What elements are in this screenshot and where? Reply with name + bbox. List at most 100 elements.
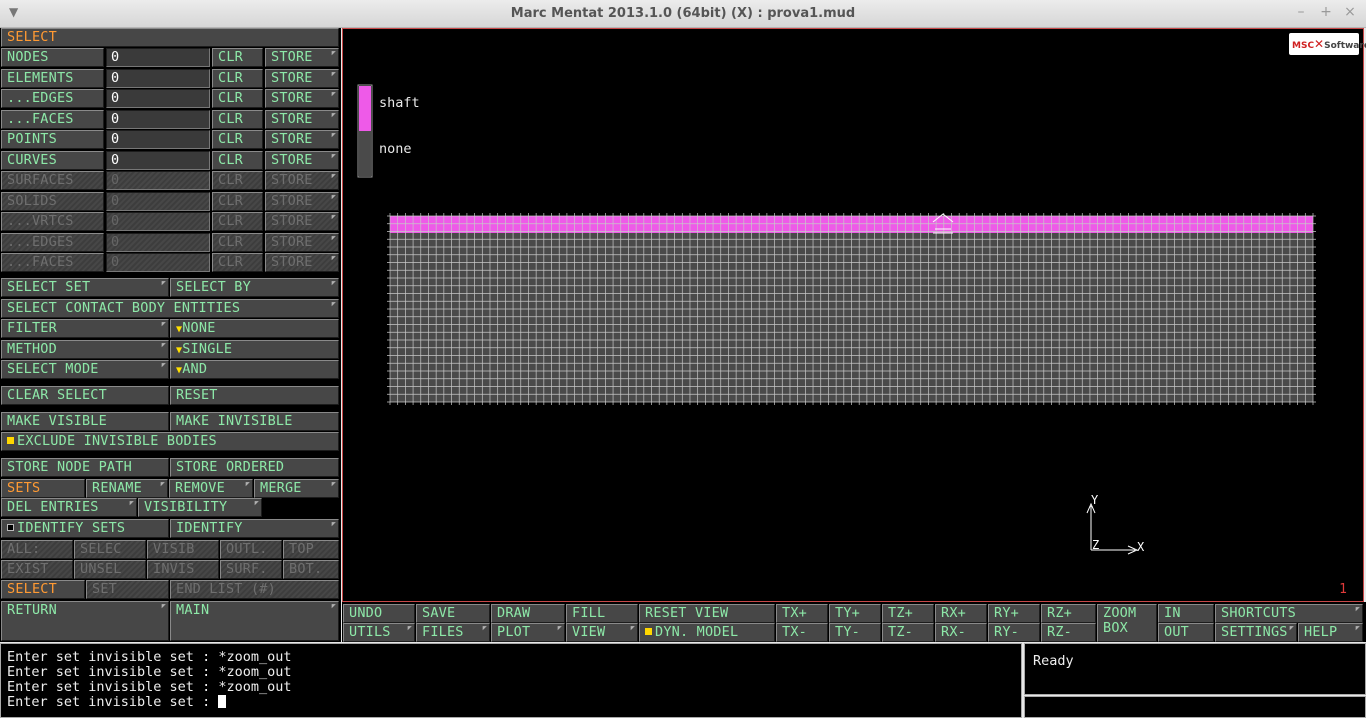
reset-button[interactable]: RESET <box>170 386 339 405</box>
main-button[interactable]: MAIN <box>170 601 339 641</box>
utils-button[interactable]: UTILS <box>343 623 415 642</box>
clear-solids-button[interactable]: CLR <box>212 191 263 211</box>
clear-vrtcs-button[interactable]: CLR <box>212 212 263 231</box>
select-faces-button[interactable]: ...FACES <box>1 109 104 129</box>
clear-nodes-button[interactable]: CLR <box>212 48 263 67</box>
ry-plus-button[interactable]: RY+ <box>988 604 1040 623</box>
end-list-button[interactable]: END LIST (#) <box>170 580 339 599</box>
select-points-button[interactable]: POINTS <box>1 130 104 149</box>
all-outl-button[interactable]: OUTL. <box>220 540 282 559</box>
visibility-button[interactable]: VISIBILITY <box>138 498 262 517</box>
all-top-button[interactable]: TOP <box>283 540 339 559</box>
rename-button[interactable]: RENAME <box>86 479 168 498</box>
select-vrtcs-button[interactable]: ...VRTCS <box>1 212 104 231</box>
ry-minus-button[interactable]: RY- <box>988 623 1040 642</box>
make-visible-button[interactable]: MAKE VISIBLE <box>1 412 169 431</box>
select-edges-button[interactable]: ...EDGES <box>1 232 104 252</box>
command-console[interactable]: Enter set invisible set : *zoom_out Enter… <box>0 643 1022 718</box>
clear-points-button[interactable]: CLR <box>212 130 263 149</box>
shortcuts-button[interactable]: SHORTCUTS <box>1215 604 1363 623</box>
store-surfaces-button[interactable]: STORE <box>265 171 339 190</box>
make-invisible-button[interactable]: MAKE INVISIBLE <box>170 412 339 431</box>
zoom-in-button[interactable]: IN <box>1158 604 1214 623</box>
settings-button[interactable]: SETTINGS <box>1215 623 1297 642</box>
dyn-model-toggle[interactable]: DYN. MODEL <box>639 623 775 642</box>
clear-edges-button[interactable]: CLR <box>212 232 263 252</box>
merge-button[interactable]: MERGE <box>254 479 339 498</box>
store-edges-button[interactable]: STORE <box>265 232 339 252</box>
set-button[interactable]: SET <box>86 580 169 599</box>
plot-button[interactable]: PLOT <box>491 623 565 642</box>
rx-plus-button[interactable]: RX+ <box>935 604 987 623</box>
store-nodes-button[interactable]: STORE <box>265 48 339 67</box>
tx-minus-button[interactable]: TX- <box>776 623 828 642</box>
clear-edges-button[interactable]: CLR <box>212 89 263 108</box>
all-visib-button[interactable]: VISIB <box>147 540 219 559</box>
clear-select-button[interactable]: CLEAR SELECT <box>1 386 169 405</box>
clear-faces-button[interactable]: CLR <box>212 109 263 129</box>
surf-button[interactable]: SURF. <box>220 560 282 579</box>
tz-plus-button[interactable]: TZ+ <box>882 604 934 623</box>
store-curves-button[interactable]: STORE <box>265 150 339 170</box>
unsel-button[interactable]: UNSEL <box>74 560 146 579</box>
clear-curves-button[interactable]: CLR <box>212 150 263 170</box>
tx-plus-button[interactable]: TX+ <box>776 604 828 623</box>
method-button[interactable]: METHOD <box>1 340 169 359</box>
draw-button[interactable]: DRAW <box>491 604 565 623</box>
close-icon[interactable]: × <box>1342 4 1358 20</box>
select-mode-value[interactable]: ▼AND <box>170 360 339 379</box>
store-elements-button[interactable]: STORE <box>265 68 339 88</box>
minimize-icon[interactable]: – <box>1293 4 1309 20</box>
select-nodes-button[interactable]: NODES <box>1 48 104 67</box>
store-faces-button[interactable]: STORE <box>265 253 339 272</box>
save-button[interactable]: SAVE <box>416 604 490 623</box>
exist-button[interactable]: EXIST <box>1 560 73 579</box>
rz-minus-button[interactable]: RZ- <box>1041 623 1096 642</box>
identify-button[interactable]: IDENTIFY <box>170 519 339 538</box>
identify-sets-toggle[interactable]: IDENTIFY SETS <box>1 519 169 538</box>
store-faces-button[interactable]: STORE <box>265 109 339 129</box>
rx-minus-button[interactable]: RX- <box>935 623 987 642</box>
store-node-path-button[interactable]: STORE NODE PATH <box>1 458 169 477</box>
del-entries-button[interactable]: DEL ENTRIES <box>1 498 137 517</box>
ty-minus-button[interactable]: TY- <box>829 623 881 642</box>
select-surfaces-button[interactable]: SURFACES <box>1 171 104 190</box>
zoom-out-button[interactable]: OUT <box>1158 623 1214 642</box>
store-edges-button[interactable]: STORE <box>265 89 339 108</box>
command-input-line[interactable]: Enter set invisible set : <box>7 695 1015 710</box>
fill-button[interactable]: FILL <box>566 604 638 623</box>
select-elements-button[interactable]: ELEMENTS <box>1 68 104 88</box>
select-solids-button[interactable]: SOLIDS <box>1 191 104 211</box>
ty-plus-button[interactable]: TY+ <box>829 604 881 623</box>
select-faces-button[interactable]: ...FACES <box>1 253 104 272</box>
clear-faces-button[interactable]: CLR <box>212 253 263 272</box>
select-contact-body-entities-button[interactable]: SELECT CONTACT BODY ENTITIES <box>1 299 339 318</box>
rz-plus-button[interactable]: RZ+ <box>1041 604 1096 623</box>
filter-value[interactable]: ▼NONE <box>170 319 339 338</box>
select-edges-button[interactable]: ...EDGES <box>1 89 104 108</box>
method-value[interactable]: ▼SINGLE <box>170 340 339 359</box>
select-curves-button[interactable]: CURVES <box>1 150 104 170</box>
undo-button[interactable]: UNDO <box>343 604 415 623</box>
store-points-button[interactable]: STORE <box>265 130 339 149</box>
invis-button[interactable]: INVIS <box>147 560 219 579</box>
clear-surfaces-button[interactable]: CLR <box>212 171 263 190</box>
exclude-invisible-bodies-toggle[interactable]: EXCLUDE INVISIBLE BODIES <box>1 432 339 451</box>
reset-view-button[interactable]: RESET VIEW <box>639 604 775 623</box>
store-ordered-button[interactable]: STORE ORDERED <box>170 458 339 477</box>
help-button[interactable]: HELP <box>1298 623 1363 642</box>
remove-button[interactable]: REMOVE <box>169 479 253 498</box>
graphics-viewport[interactable]: Y X Z shaft none MSC✕Software 1 <box>342 28 1366 602</box>
zoom-box-button[interactable]: ZOOM BOX <box>1097 604 1157 642</box>
view-button[interactable]: VIEW <box>566 623 638 642</box>
all-selec-button[interactable]: SELEC <box>74 540 146 559</box>
select-mode-button[interactable]: SELECT MODE <box>1 360 169 379</box>
store-solids-button[interactable]: STORE <box>265 191 339 211</box>
select-set-button[interactable]: SELECT SET <box>1 278 169 297</box>
maximize-icon[interactable]: + <box>1318 4 1334 20</box>
select-by-button[interactable]: SELECT BY <box>170 278 339 297</box>
clear-elements-button[interactable]: CLR <box>212 68 263 88</box>
files-button[interactable]: FILES <box>416 623 490 642</box>
tz-minus-button[interactable]: TZ- <box>882 623 934 642</box>
bot-button[interactable]: BOT. <box>283 560 339 579</box>
